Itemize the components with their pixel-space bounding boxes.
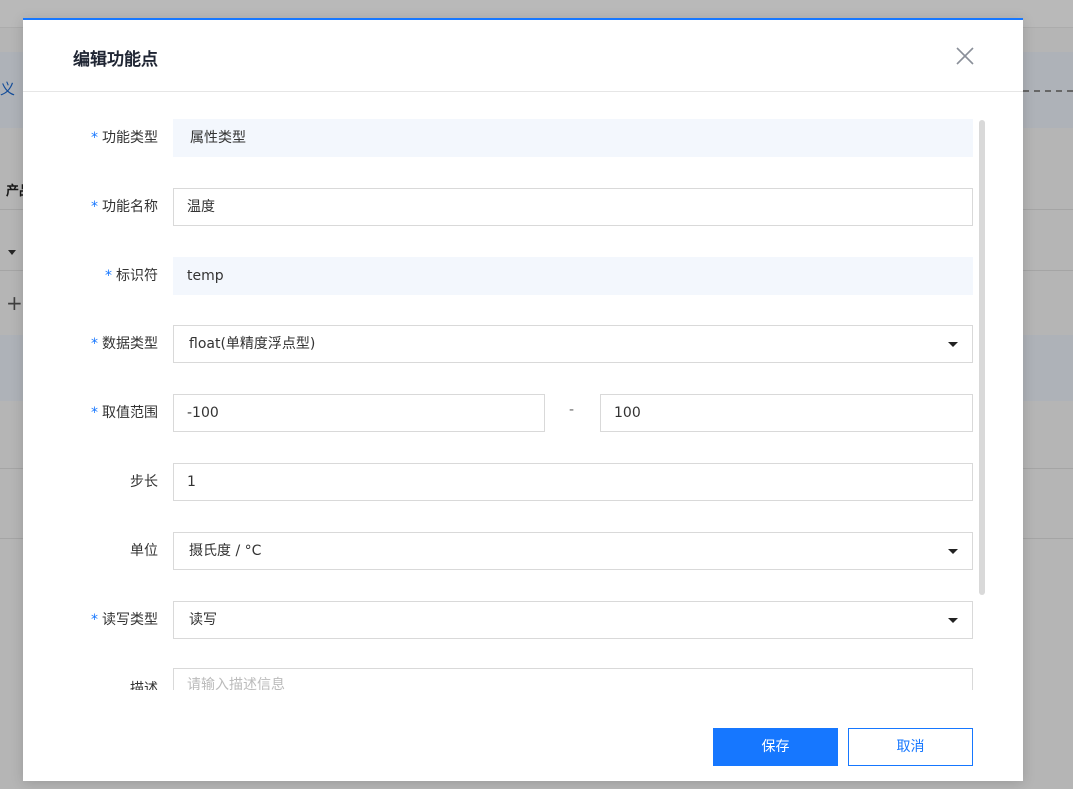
data-type-value: float(单精度浮点型) (189, 336, 316, 352)
required-mark: * (91, 405, 98, 421)
required-mark: * (91, 336, 98, 352)
range-separator: - (569, 402, 575, 418)
function-type-field: 属性类型 (173, 119, 973, 157)
unit-select[interactable]: 摄氏度 / °C (173, 532, 973, 570)
rw-type-label: * 读写类型 (91, 612, 158, 628)
function-name-row: * 功能名称 温度 (23, 188, 973, 228)
chevron-down-icon (948, 342, 958, 347)
unit-value: 摄氏度 / °C (189, 543, 262, 559)
description-label: 描述 (130, 681, 158, 690)
value-range-label: * 取值范围 (91, 405, 158, 421)
data-type-select[interactable]: float(单精度浮点型) (173, 325, 973, 363)
chevron-down-icon (948, 618, 958, 623)
description-textarea[interactable]: 请输入描述信息 (173, 668, 973, 690)
required-mark: * (91, 130, 98, 146)
step-label: 步长 (130, 474, 158, 490)
rw-type-row: * 读写类型 读写 (23, 601, 973, 641)
dialog-body: * 功能类型 属性类型 * 功能名称 温度 * 标识符 temp * 数据类型 floa… (23, 92, 1023, 690)
identifier-row: * 标识符 temp (23, 257, 973, 297)
data-type-label: * 数据类型 (91, 336, 158, 352)
cancel-button[interactable]: 取消 (848, 728, 973, 766)
dialog-header: 编辑功能点 (23, 20, 1023, 92)
edit-function-dialog: 编辑功能点 * 功能类型 属性类型 * 功能名称 温度 * 标识符 temp * 数据类… (23, 18, 1023, 781)
unit-row: 单位 摄氏度 / °C (23, 532, 973, 572)
description-row: 描述 请输入描述信息 (23, 668, 973, 690)
required-mark: * (91, 612, 98, 628)
scrollbar[interactable] (979, 120, 985, 595)
save-button[interactable]: 保存 (713, 728, 838, 766)
dialog-footer: 保存 取消 (23, 690, 1023, 783)
data-type-row: * 数据类型 float(单精度浮点型) (23, 325, 973, 365)
dialog-title: 编辑功能点 (73, 50, 158, 70)
rw-type-value: 读写 (189, 612, 217, 628)
required-mark: * (91, 199, 98, 215)
rw-type-select[interactable]: 读写 (173, 601, 973, 639)
function-type-row: * 功能类型 属性类型 (23, 119, 973, 159)
function-type-label: * 功能类型 (91, 130, 158, 146)
identifier-field: temp (173, 257, 973, 295)
description-placeholder: 请输入描述信息 (187, 677, 285, 690)
identifier-label: * 标识符 (105, 268, 158, 284)
function-name-label: * 功能名称 (91, 199, 158, 215)
close-icon[interactable] (953, 44, 977, 68)
function-name-input[interactable]: 温度 (173, 188, 973, 226)
required-mark: * (105, 268, 112, 284)
chevron-down-icon (948, 549, 958, 554)
step-input[interactable]: 1 (173, 463, 973, 501)
step-row: 步长 1 (23, 463, 973, 503)
range-min-input[interactable]: -100 (173, 394, 545, 432)
range-max-input[interactable]: 100 (600, 394, 973, 432)
unit-label: 单位 (130, 543, 158, 559)
value-range-row: * 取值范围 -100 - 100 (23, 394, 973, 434)
